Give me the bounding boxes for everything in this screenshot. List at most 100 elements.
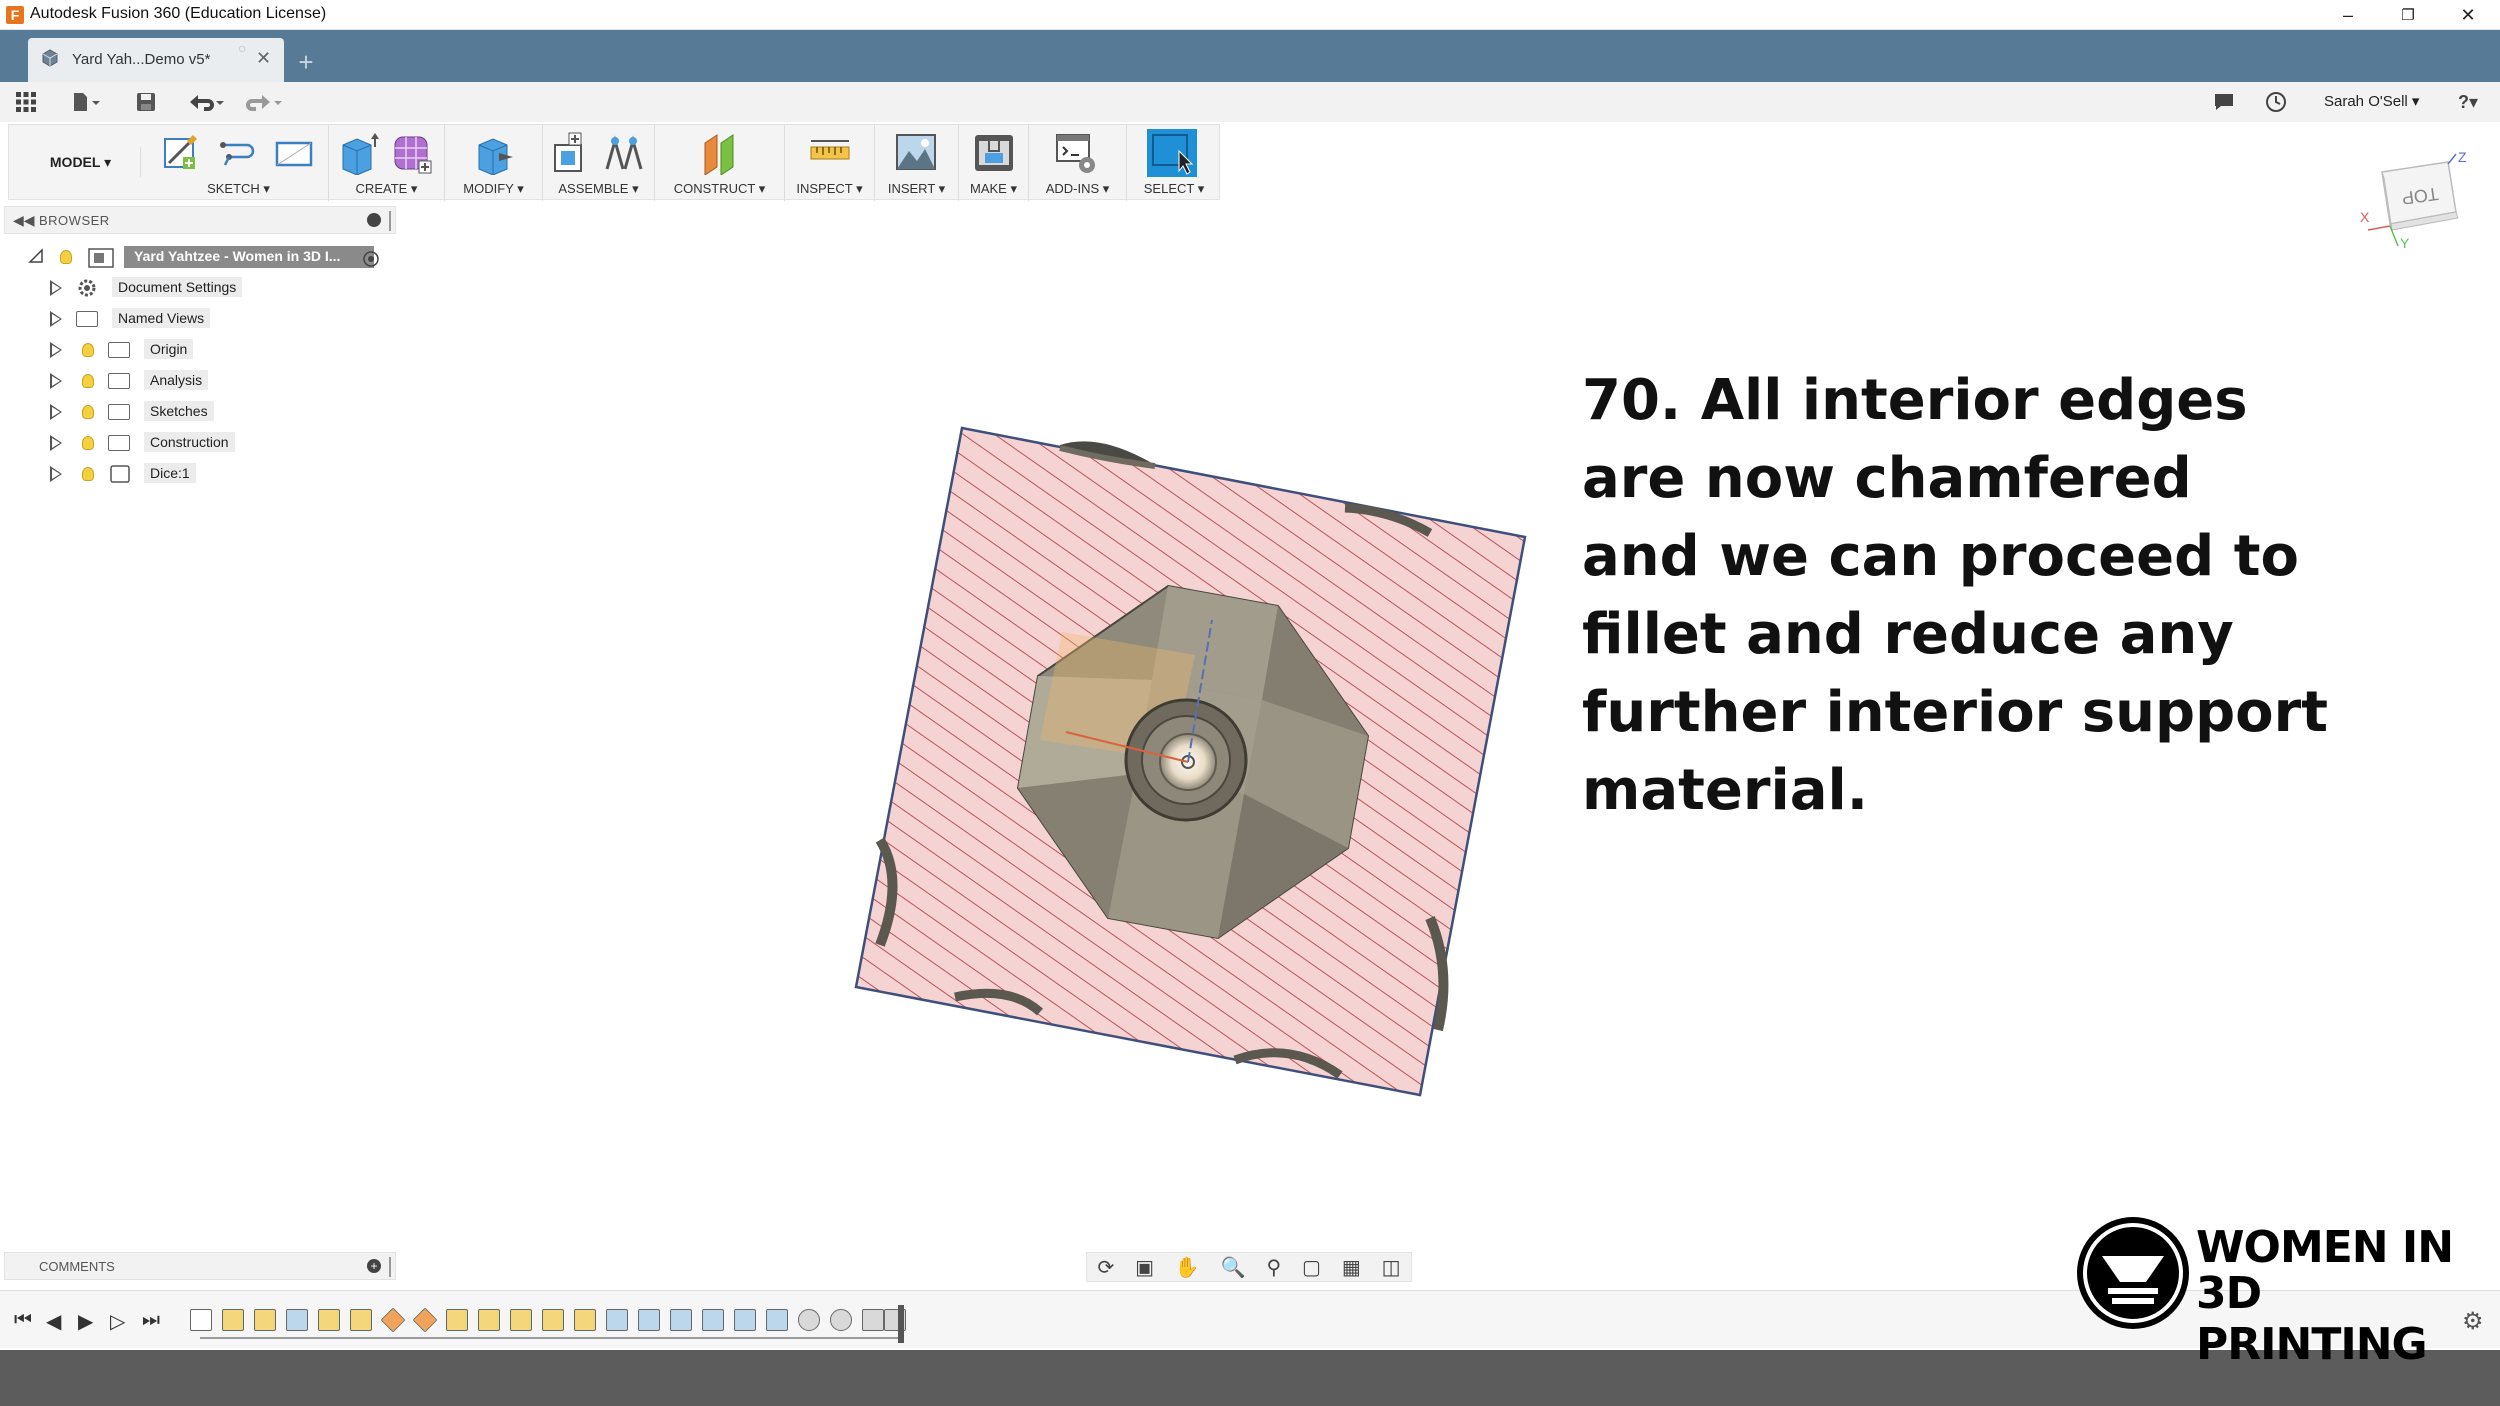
dice-section-model[interactable] — [854, 426, 1527, 1097]
add-comment-icon[interactable]: + — [367, 1259, 381, 1273]
new-tab-button[interactable]: + — [290, 46, 322, 78]
step-back-icon[interactable]: ◀ — [46, 1309, 61, 1334]
toolbar-group-select[interactable]: SELECT ▾ — [1127, 125, 1221, 201]
toolbar-group-label: MAKE ▾ — [970, 181, 1017, 196]
close-tab-button[interactable]: ✕ — [256, 48, 271, 69]
timeline-sketch-icon[interactable] — [190, 1309, 212, 1331]
comment-notification-icon[interactable] — [2210, 90, 2238, 114]
user-account-menu[interactable]: Sarah O'Sell ▾ — [2324, 92, 2419, 110]
toolbar-group-label: INSERT ▾ — [887, 181, 946, 196]
timeline-feature-icon[interactable] — [670, 1309, 692, 1331]
pan-hand-icon[interactable]: ✋ — [1175, 1255, 1200, 1280]
toolbar-group-label: SKETCH ▾ — [207, 181, 270, 196]
toolbar-group-label: ASSEMBLE ▾ — [558, 181, 639, 196]
timeline-feature-icon[interactable] — [412, 1307, 438, 1333]
zoom-icon[interactable]: 🔍 — [1221, 1255, 1246, 1280]
look-at-icon[interactable]: ▣ — [1135, 1255, 1154, 1280]
toolbar-group-inspect[interactable]: INSPECT ▾ — [785, 125, 875, 201]
timeline-feature-icon[interactable] — [446, 1309, 468, 1331]
timeline-feature-icon[interactable] — [830, 1309, 852, 1331]
insert-canvas-icon[interactable] — [895, 131, 937, 175]
select-cursor-icon[interactable] — [1147, 129, 1197, 177]
instruction-line: fillet and reduce any — [1582, 602, 2234, 667]
y-axis-label: Y — [2400, 235, 2410, 250]
workspace-switcher[interactable]: MODEL ▾ — [21, 147, 141, 177]
go-to-end-icon[interactable]: ⏭ — [142, 1309, 160, 1332]
timeline-feature-icon[interactable] — [798, 1309, 820, 1331]
timeline-feature-icon[interactable] — [542, 1309, 564, 1331]
instruction-line: are now chamfered — [1582, 446, 2192, 511]
timeline-feature-icon[interactable] — [222, 1309, 244, 1331]
help-menu-icon[interactable]: ?▾ — [2448, 90, 2488, 114]
new-component-icon[interactable] — [549, 131, 591, 175]
timeline-feature-icon[interactable] — [286, 1309, 308, 1331]
quick-access-bar: Sarah O'Sell ▾ ?▾ — [0, 82, 2500, 122]
timeline-feature-icon[interactable] — [734, 1309, 756, 1331]
comments-panel-header[interactable]: COMMENTS + — [4, 1252, 396, 1280]
timeline-feature-icon[interactable] — [574, 1309, 596, 1331]
minimize-button[interactable]: – — [2318, 0, 2378, 30]
viewports-icon[interactable]: ◫ — [1382, 1255, 1401, 1280]
file-menu-icon[interactable] — [66, 90, 106, 114]
3d-print-icon[interactable] — [973, 131, 1015, 175]
panel-resize-handle[interactable] — [389, 1257, 391, 1277]
toolbar-group-insert[interactable]: INSERT ▾ — [875, 125, 959, 201]
instruction-line: further interior support — [1582, 680, 2329, 745]
job-status-clock-icon[interactable] — [2262, 90, 2290, 114]
display-settings-icon[interactable]: ▢ — [1302, 1255, 1321, 1280]
data-panel-grid-icon[interactable] — [12, 90, 40, 114]
timeline-feature-icon[interactable] — [862, 1309, 884, 1331]
line-tool-icon[interactable] — [217, 131, 259, 175]
timeline-feature-icon[interactable] — [478, 1309, 500, 1331]
save-icon[interactable] — [132, 90, 160, 114]
toolbar-group-label: INSPECT ▾ — [796, 181, 863, 196]
document-tab-strip: Yard Yah...Demo v5* ○ ✕ + — [0, 30, 2500, 82]
toolbar-group-create[interactable]: CREATE ▾ — [329, 125, 445, 201]
press-pull-icon[interactable] — [473, 131, 515, 175]
fusion-logo-icon: F — [6, 6, 24, 24]
timeline-feature-icon[interactable] — [510, 1309, 532, 1331]
orbit-icon[interactable]: ⟳ — [1097, 1255, 1114, 1280]
undo-icon[interactable] — [184, 90, 228, 114]
measure-icon[interactable] — [809, 131, 851, 175]
grid-settings-icon[interactable]: ▦ — [1342, 1255, 1361, 1280]
scripts-add-ins-icon[interactable] — [1055, 131, 1097, 175]
form-tool-icon[interactable] — [391, 131, 433, 175]
toolbar-group-add-ins[interactable]: ADD-INS ▾ — [1029, 125, 1127, 201]
watermark-line-1: WOMEN IN — [2196, 1222, 2454, 1273]
timeline-feature-icon[interactable] — [318, 1309, 340, 1331]
redo-icon[interactable] — [242, 90, 286, 114]
go-to-start-icon[interactable]: ⏮ — [14, 1309, 32, 1332]
toolbar-group-construct[interactable]: CONSTRUCT ▾ — [655, 125, 785, 201]
fit-icon[interactable]: ⚲ — [1266, 1255, 1281, 1280]
rectangle-tool-icon[interactable] — [273, 131, 315, 175]
offset-plane-icon[interactable] — [699, 131, 741, 175]
close-window-button[interactable]: ✕ — [2438, 0, 2498, 30]
extrude-icon[interactable] — [337, 131, 379, 175]
instruction-line: material. — [1582, 758, 1868, 823]
restore-button[interactable]: ❐ — [2378, 0, 2438, 30]
z-axis-label: Z — [2458, 150, 2467, 165]
toolbar-group-modify[interactable]: MODIFY ▾ — [445, 125, 543, 201]
document-icon — [42, 49, 58, 67]
timeline-feature-icon[interactable] — [254, 1309, 276, 1331]
play-icon[interactable]: ▶ — [78, 1309, 93, 1334]
step-forward-icon[interactable]: ▷ — [110, 1309, 125, 1334]
timeline-feature-icon[interactable] — [766, 1309, 788, 1331]
toolbar-group-sketch[interactable]: SKETCH ▾ — [149, 125, 329, 201]
title-bar: F Autodesk Fusion 360 (Education License… — [0, 0, 2500, 30]
view-cube[interactable]: TOP X Y Z — [2360, 150, 2470, 250]
timeline-feature-icon[interactable] — [702, 1309, 724, 1331]
joint-icon[interactable] — [603, 131, 645, 175]
timeline-feature-icon[interactable] — [606, 1309, 628, 1331]
toolbar-group-make[interactable]: MAKE ▾ — [959, 125, 1029, 201]
timeline-feature-icon[interactable] — [380, 1307, 406, 1333]
create-sketch-icon[interactable] — [159, 131, 201, 175]
toolbar-group-label: SELECT ▾ — [1143, 181, 1205, 196]
timeline-marker[interactable] — [898, 1305, 904, 1343]
timeline-feature-icon[interactable] — [350, 1309, 372, 1331]
document-tab[interactable]: Yard Yah...Demo v5* ○ ✕ — [28, 38, 284, 82]
toolbar-group-label: ADD-INS ▾ — [1045, 181, 1110, 196]
timeline-feature-icon[interactable] — [638, 1309, 660, 1331]
toolbar-group-assemble[interactable]: ASSEMBLE ▾ — [543, 125, 655, 201]
